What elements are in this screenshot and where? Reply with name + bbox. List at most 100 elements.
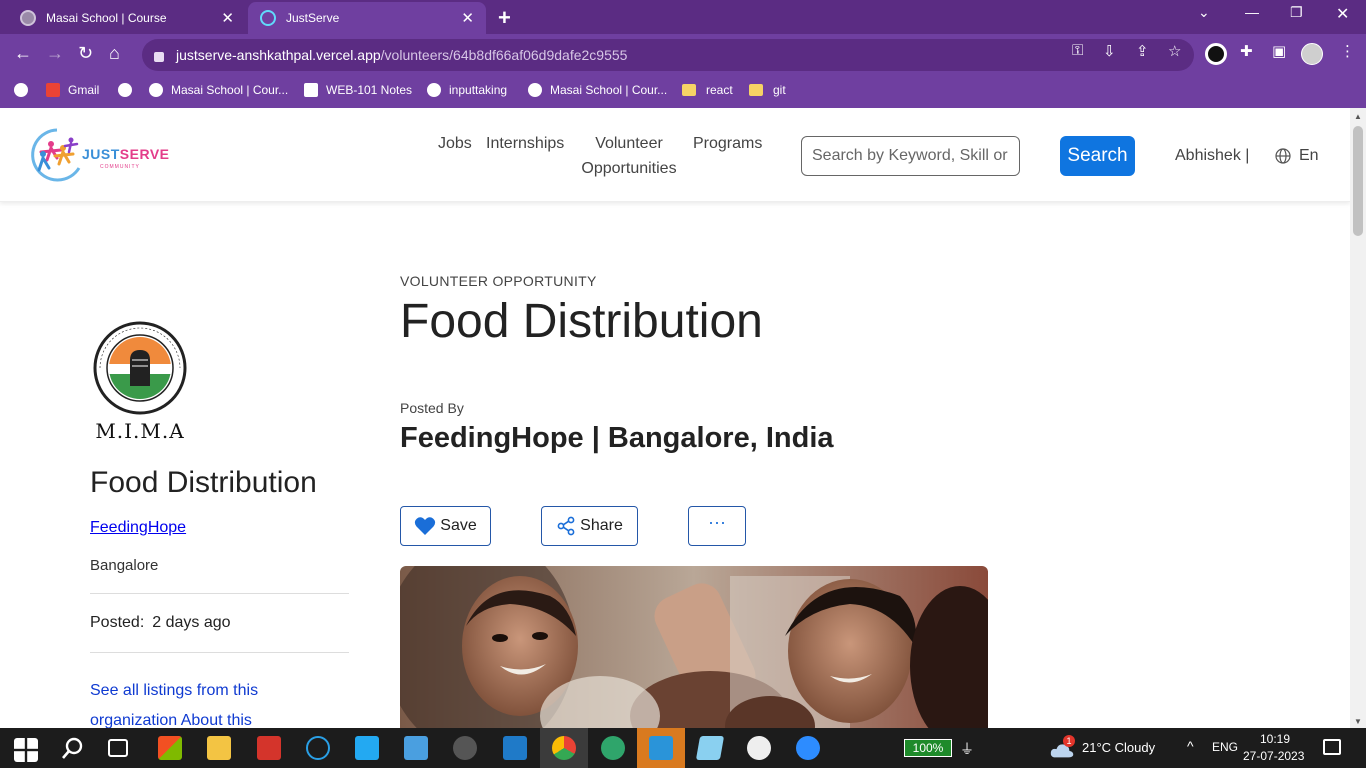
- nav-jobs[interactable]: Jobs: [438, 131, 472, 156]
- vscode-icon[interactable]: [355, 736, 379, 760]
- sidebar-org-link[interactable]: FeedingHope: [90, 519, 186, 537]
- save-button[interactable]: Save: [400, 506, 491, 546]
- bookmark-react[interactable]: react: [682, 83, 733, 97]
- save-label: Save: [440, 517, 477, 534]
- bookmark-git[interactable]: git: [749, 83, 786, 97]
- back-arrow-icon[interactable]: ←: [14, 43, 32, 64]
- globe-icon: [528, 83, 542, 97]
- scroll-up-icon[interactable]: ▲: [1354, 112, 1362, 121]
- clock-date[interactable]: 27-07-2023: [1243, 749, 1304, 763]
- mima-emblem-icon: [93, 321, 187, 415]
- address-bar[interactable]: justserve-anshkathpal.vercel.app/volunte…: [142, 39, 1194, 71]
- install-icon[interactable]: ⇩: [1103, 42, 1116, 60]
- close-tab-icon[interactable]: ✕: [461, 9, 474, 27]
- share-icon[interactable]: ⇪: [1136, 42, 1149, 60]
- page-scrollbar[interactable]: ▲ ▼: [1350, 108, 1366, 728]
- weather-text[interactable]: 21°C Cloudy: [1082, 740, 1155, 755]
- brand-sub: COMMUNITY: [100, 164, 140, 170]
- bookmark-masai-2[interactable]: Masai School | Cour...: [528, 83, 667, 97]
- close-window-button[interactable]: ✕: [1336, 4, 1349, 24]
- globe-icon: [118, 83, 132, 97]
- edge-icon[interactable]: [601, 736, 625, 760]
- security-shield-icon[interactable]: [503, 736, 527, 760]
- tab-justserve[interactable]: JustServe ✕: [248, 2, 486, 34]
- wps-office-icon[interactable]: [257, 736, 281, 760]
- forward-arrow-icon[interactable]: →: [46, 43, 64, 64]
- scroll-thumb[interactable]: [1353, 126, 1363, 236]
- side-panel-icon[interactable]: ▣: [1272, 42, 1286, 60]
- see-all-listings-link[interactable]: See all listings from this organization …: [90, 676, 320, 728]
- battery-indicator[interactable]: 100%: [904, 739, 952, 757]
- site-header: JUSTSERVE COMMUNITY Jobs Internships Vol…: [0, 108, 1350, 202]
- l-app-icon[interactable]: [649, 736, 673, 760]
- listing-category: VOLUNTEER OPPORTUNITY: [400, 273, 597, 289]
- user-name[interactable]: Abhishek |: [1175, 147, 1249, 165]
- bookmark-label: git: [773, 83, 786, 97]
- key-icon[interactable]: ⚿: [1072, 42, 1083, 59]
- bookmark-label: react: [706, 83, 733, 97]
- posted-value: 2 days ago: [152, 614, 231, 631]
- file-explorer-icon[interactable]: [207, 736, 231, 760]
- clock-time[interactable]: 10:19: [1250, 732, 1300, 746]
- windows-start-icon[interactable]: [14, 738, 38, 762]
- windows-taskbar: 100% ⏚ 1 21°C Cloudy ^ ENG 10:19 27-07-2…: [0, 728, 1366, 768]
- children-photo: [400, 566, 988, 728]
- minimize-button[interactable]: —: [1245, 4, 1259, 20]
- mail-icon[interactable]: [404, 736, 428, 760]
- listing-hero-image: [400, 566, 988, 728]
- language-selector[interactable]: En: [1275, 147, 1319, 165]
- bookmark-web101[interactable]: WEB-101 Notes: [304, 83, 412, 97]
- language-label: En: [1299, 147, 1319, 164]
- extension-icon[interactable]: [1205, 43, 1227, 65]
- brand-serve: SERVE: [119, 146, 170, 162]
- copilot-icon[interactable]: [306, 736, 330, 760]
- puzzle-icon[interactable]: ✚: [1240, 42, 1253, 60]
- home-icon[interactable]: ⌂: [109, 43, 120, 64]
- profile-avatar[interactable]: [1301, 43, 1323, 65]
- nav-programs[interactable]: Programs: [693, 131, 762, 156]
- nav-internships[interactable]: Internships: [486, 131, 564, 156]
- org-logo-text: M.I.M.A: [95, 419, 185, 443]
- menu-icon[interactable]: ⋮: [1340, 42, 1355, 60]
- nav-volunteer-opportunities[interactable]: Volunteer Opportunities: [580, 131, 678, 181]
- bookmark-gmail[interactable]: Gmail: [46, 83, 99, 97]
- reload-icon[interactable]: ↻: [78, 43, 93, 64]
- scroll-down-icon[interactable]: ▼: [1354, 717, 1362, 726]
- bookmark-globe-2[interactable]: [118, 83, 140, 97]
- divider: [90, 652, 349, 653]
- bookmark-inputtaking[interactable]: inputtaking: [427, 83, 507, 97]
- bookmark-globe[interactable]: [14, 83, 36, 97]
- search-button[interactable]: Search: [1060, 136, 1135, 176]
- bookmark-star-icon[interactable]: ☆: [1168, 42, 1181, 60]
- github-icon[interactable]: [453, 736, 477, 760]
- globe-icon: [427, 83, 441, 97]
- notes-icon[interactable]: [695, 736, 725, 760]
- justserve-logo[interactable]: JUSTSERVE COMMUNITY: [27, 126, 177, 184]
- url-host: justserve-anshkathpal.vercel.app: [176, 47, 381, 63]
- notifications-icon[interactable]: [1323, 739, 1341, 755]
- bookmark-label: inputtaking: [449, 83, 508, 97]
- chrome-icon[interactable]: [552, 736, 576, 760]
- task-view-icon[interactable]: [108, 739, 128, 757]
- heart-icon: [415, 517, 436, 535]
- store-icon[interactable]: [158, 736, 182, 760]
- new-tab-button[interactable]: +: [498, 5, 511, 31]
- restore-button[interactable]: ❐: [1290, 4, 1303, 21]
- tab-search-chevron-icon[interactable]: ⌄: [1198, 4, 1210, 21]
- bookmark-label: Masai School | Cour...: [171, 83, 289, 97]
- slack-icon[interactable]: [747, 736, 771, 760]
- more-options-button[interactable]: ···: [688, 506, 746, 546]
- bookmarks-bar: Gmail Masai School | Cour... WEB-101 Not…: [0, 76, 1366, 108]
- bookmark-masai-1[interactable]: Masai School | Cour...: [149, 83, 288, 97]
- justserve-logo-icon: [31, 128, 81, 182]
- plug-icon: ⏚: [960, 741, 974, 757]
- share-icon: [557, 516, 575, 536]
- search-input[interactable]: [801, 136, 1020, 176]
- chevron-up-icon[interactable]: ^: [1187, 738, 1194, 754]
- zoom-icon[interactable]: [796, 736, 820, 760]
- search-icon[interactable]: [61, 736, 85, 760]
- close-tab-icon[interactable]: ✕: [221, 9, 234, 27]
- share-button[interactable]: Share: [541, 506, 638, 546]
- input-language[interactable]: ENG: [1212, 740, 1238, 754]
- tab-masai-school[interactable]: Masai School | Course ✕: [8, 2, 246, 34]
